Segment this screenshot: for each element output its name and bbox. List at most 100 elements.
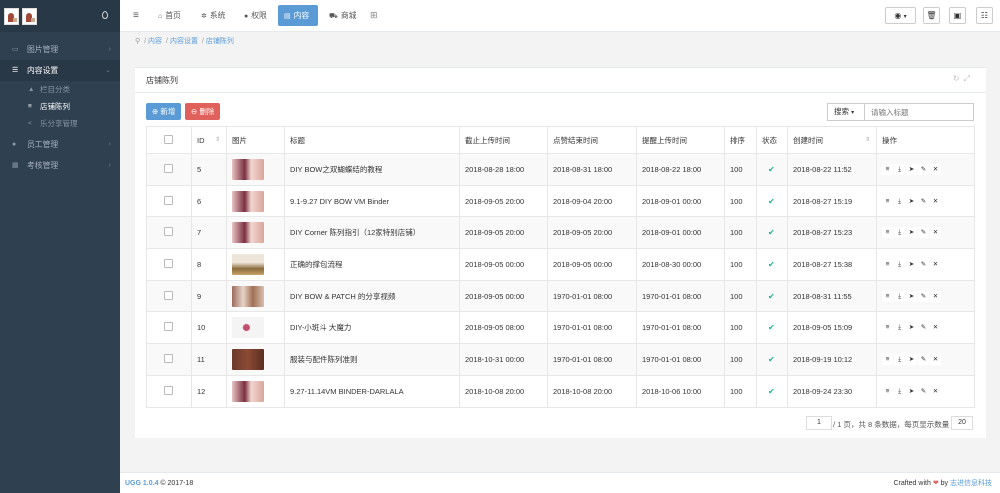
breadcrumb-item[interactable]: 内容设置 (170, 38, 198, 45)
theme-drop-icon[interactable] (102, 11, 108, 19)
send-icon[interactable]: ➤ (906, 290, 917, 302)
edit-icon[interactable]: ✎ (918, 227, 929, 239)
edit-icon[interactable]: ✎ (918, 385, 929, 397)
send-icon[interactable]: ➤ (906, 227, 917, 239)
table-row[interactable]: 9 DIY BOW & PATCH 的分享视频 2018-09-05 00:00 19… (146, 279, 975, 313)
page-number-input[interactable]: 1 (806, 416, 832, 430)
sidebar-item-content-settings[interactable]: ☰ 内容设置 ⌄ (0, 60, 120, 81)
hamburger-icon[interactable]: ≡ (127, 5, 145, 26)
table-row[interactable]: 12 9.27-11.14VM BINDER-DARLALA 2018-10-08 … (146, 374, 975, 408)
row-select-cell[interactable] (146, 216, 192, 250)
close-icon[interactable]: ✕ (930, 290, 941, 302)
tab-system[interactable]: ✲ 系统 (195, 5, 231, 26)
download-icon[interactable]: ⤓ (894, 258, 905, 270)
row-checkbox[interactable] (164, 163, 173, 173)
view-toggle-button[interactable]: ◉ ▾ (885, 7, 916, 24)
edit-icon[interactable]: ✎ (918, 290, 929, 302)
select-all-cell[interactable] (146, 126, 192, 154)
avatar[interactable] (4, 8, 19, 25)
add-button[interactable]: ⊕ 新增 (146, 103, 182, 120)
list-icon[interactable]: ≡ (882, 322, 893, 334)
table-row[interactable]: 5 DIY BOW之双蝴蝶结的教程 2018-08-28 18:00 2018-08-… (146, 153, 975, 186)
row-checkbox[interactable] (164, 322, 173, 332)
download-icon[interactable]: ⤓ (894, 227, 905, 239)
send-icon[interactable]: ➤ (906, 258, 917, 270)
close-icon[interactable]: ✕ (930, 195, 941, 207)
menu-button[interactable]: ☷ (976, 7, 993, 24)
send-icon[interactable]: ➤ (906, 353, 917, 365)
edit-icon[interactable]: ✎ (918, 258, 929, 270)
tab-home[interactable]: ⌂ 首页 (152, 5, 187, 26)
table-row[interactable]: 11 服装与配件陈列准则 2018-10-31 00:00 1970-01-01 08… (146, 343, 975, 376)
list-icon[interactable]: ≡ (882, 290, 893, 302)
close-icon[interactable]: ✕ (930, 385, 941, 397)
search-input[interactable] (864, 103, 974, 121)
refresh-icon[interactable]: ↻ (953, 74, 964, 83)
footer-company[interactable]: 志进信息科技 (950, 480, 992, 487)
row-select-cell[interactable] (146, 279, 192, 313)
edit-icon[interactable]: ✎ (918, 163, 929, 175)
thumbnail-image[interactable] (232, 380, 264, 402)
send-icon[interactable]: ➤ (906, 163, 917, 175)
select-all-checkbox[interactable] (164, 134, 173, 144)
close-icon[interactable]: ✕ (930, 322, 941, 334)
expand-icon[interactable]: ⤢ (964, 74, 974, 83)
download-icon[interactable]: ⤓ (894, 353, 905, 365)
edit-icon[interactable]: ✎ (918, 195, 929, 207)
row-checkbox[interactable] (164, 353, 173, 363)
download-icon[interactable]: ⤓ (894, 385, 905, 397)
close-icon[interactable]: ✕ (930, 258, 941, 270)
sidebar-item-image-management[interactable]: ▭ 图片管理 › (0, 39, 120, 60)
thumbnail-image[interactable] (232, 285, 264, 307)
download-icon[interactable]: ⤓ (894, 290, 905, 302)
footer-brand[interactable]: UGG 1.0.4 (125, 480, 158, 487)
col-created[interactable]: 创建时间 ⇕ (787, 126, 877, 154)
thumbnail-image[interactable] (232, 253, 264, 275)
list-icon[interactable]: ≡ (882, 227, 893, 239)
row-select-cell[interactable] (146, 374, 192, 408)
sidebar-subitem-share[interactable]: < 乐分享管理 (0, 115, 120, 132)
row-select-cell[interactable] (146, 311, 192, 345)
tab-shop[interactable]: ⛟ 商城 (323, 5, 362, 26)
trash-button[interactable]: 🗑 (923, 7, 940, 24)
delete-button[interactable]: ⊖ 删除 (185, 103, 221, 120)
list-icon[interactable]: ≡ (882, 163, 893, 175)
list-icon[interactable]: ≡ (882, 353, 893, 365)
thumbnail-image[interactable] (232, 348, 264, 370)
close-icon[interactable]: ✕ (930, 163, 941, 175)
breadcrumb-item[interactable]: 内容 (148, 38, 162, 45)
table-row[interactable]: 10 DIY-小斑斗 大魔力 2018-09-05 08:00 1970-01-01 … (146, 311, 975, 345)
col-id[interactable]: ID ⇕ (191, 126, 227, 154)
avatar-secondary[interactable] (22, 8, 37, 25)
sidebar-item-assessment[interactable]: ▦ 考核管理 › (0, 155, 120, 176)
page-size-input[interactable]: 20 (951, 416, 973, 430)
list-icon[interactable]: ≡ (882, 258, 893, 270)
row-select-cell[interactable] (146, 248, 192, 281)
row-checkbox[interactable] (164, 195, 173, 205)
row-checkbox[interactable] (164, 290, 173, 300)
download-icon[interactable]: ⤓ (894, 322, 905, 334)
download-icon[interactable]: ⤓ (894, 163, 905, 175)
table-row[interactable]: 7 DIY Corner 陈列指引（12家特别店铺） 2018-09-05 20:0… (146, 216, 975, 250)
thumbnail-image[interactable] (232, 222, 264, 244)
sidebar-subitem-store-display[interactable]: ≡ 店铺陈列 (0, 98, 120, 115)
close-icon[interactable]: ✕ (930, 353, 941, 365)
thumbnail-image[interactable] (232, 317, 264, 339)
row-select-cell[interactable] (146, 343, 192, 376)
apps-grid-icon[interactable]: ⊞ (364, 5, 384, 26)
edit-icon[interactable]: ✎ (918, 353, 929, 365)
list-icon[interactable]: ≡ (882, 385, 893, 397)
search-type-select[interactable]: 搜索 ▾ (827, 103, 865, 121)
row-checkbox[interactable] (164, 385, 173, 395)
thumbnail-image[interactable] (232, 158, 264, 180)
download-icon[interactable]: ⤓ (894, 195, 905, 207)
row-checkbox[interactable] (164, 227, 173, 237)
row-select-cell[interactable] (146, 153, 192, 186)
row-select-cell[interactable] (146, 184, 192, 218)
send-icon[interactable]: ➤ (906, 385, 917, 397)
list-icon[interactable]: ≡ (882, 195, 893, 207)
send-icon[interactable]: ➤ (906, 322, 917, 334)
send-icon[interactable]: ➤ (906, 195, 917, 207)
table-row[interactable]: 6 9.1-9.27 DIY BOW VM Binder 2018-09-05 20… (146, 184, 975, 218)
fullscreen-button[interactable]: ▣ (949, 7, 966, 24)
